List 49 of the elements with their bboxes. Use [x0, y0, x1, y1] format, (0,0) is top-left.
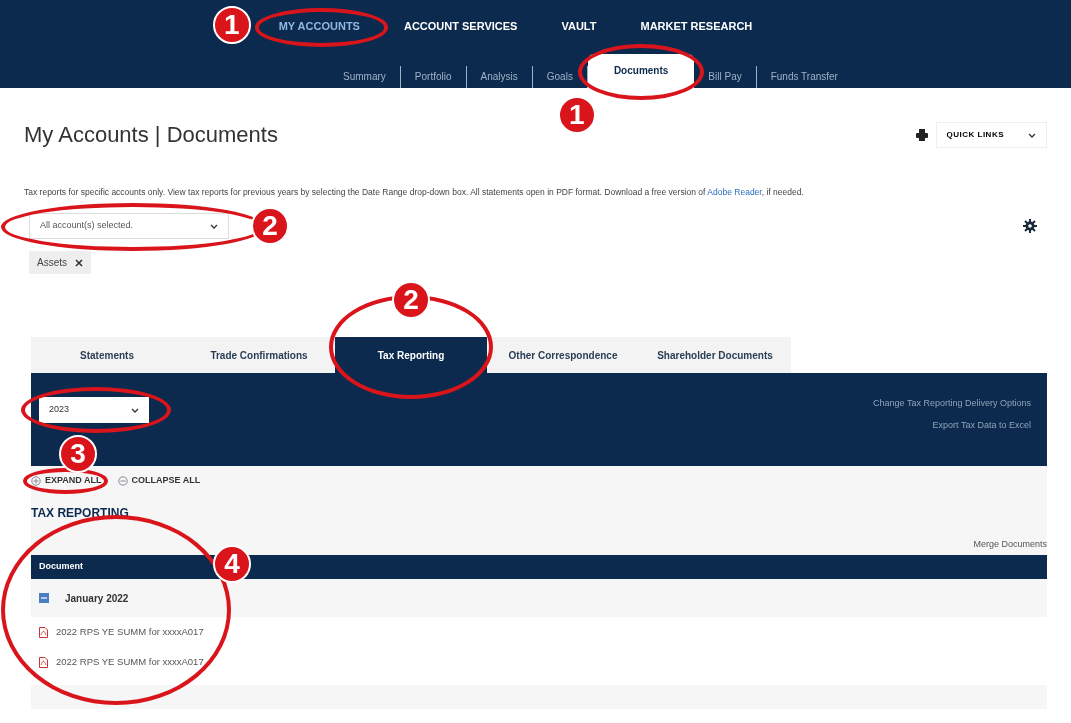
- minus-circle-icon: [117, 475, 128, 486]
- expand-all-button[interactable]: EXPAND ALL: [31, 474, 102, 488]
- column-header: Document: [39, 560, 83, 574]
- document-link[interactable]: 2022 RPS YE SUMM for xxxxA017: [56, 625, 204, 640]
- callout-number: 4: [213, 545, 251, 584]
- intro-text: Tax reports for specific accounts only. View tax reports for previous years by selecting the Date Range drop-down box. All statements open in PDF format. Download a free version of Adobe Reader, if needed.: [24, 186, 805, 200]
- document-tab[interactable]: Statements: [31, 337, 183, 374]
- filter-chip[interactable]: Assets: [29, 251, 91, 275]
- document-tab[interactable]: Tax Reporting: [335, 337, 487, 374]
- document-link[interactable]: 2022 RPS YE SUMM for xxxxA017: [56, 655, 204, 670]
- pdf-file-icon: [39, 656, 48, 668]
- document-tab[interactable]: Other Correspondence: [487, 337, 639, 374]
- callout-number: 1: [557, 96, 596, 134]
- subnav-tab[interactable]: Analysis: [466, 66, 533, 88]
- section-title: TAX REPORTING: [31, 504, 130, 522]
- nav-tab[interactable]: ACCOUNT SERVICES: [389, 16, 532, 37]
- year-select[interactable]: 2023: [39, 397, 149, 424]
- callout-number: 3: [59, 435, 97, 474]
- subnav-tab[interactable]: Documents: [587, 54, 695, 88]
- subnav-tab[interactable]: Portfolio: [400, 66, 467, 88]
- adobe-reader-link[interactable]: Adobe Reader: [707, 187, 762, 198]
- subnav-tab[interactable]: Goals: [532, 66, 588, 88]
- subnav-tab[interactable]: Summary: [329, 66, 401, 88]
- account-select[interactable]: All account(s) selected.: [29, 213, 229, 240]
- callout-number: 2: [392, 281, 430, 320]
- collapse-all-button[interactable]: COLLAPSE ALL: [117, 474, 201, 488]
- callout-number: 1: [212, 6, 251, 44]
- collapse-square-icon[interactable]: [39, 593, 49, 604]
- plus-circle-icon: [31, 475, 41, 486]
- document-tab[interactable]: Trade Confirmations: [183, 337, 335, 374]
- page-title: My Accounts | Documents: [24, 122, 278, 149]
- callout-number: 2: [251, 207, 289, 246]
- group-label: January 2022: [65, 591, 129, 606]
- subnav-tab[interactable]: Funds Transfer: [756, 66, 852, 88]
- merge-documents-link[interactable]: Merge Documents: [973, 537, 1047, 552]
- panel-link[interactable]: Export Tax Data to Excel: [932, 418, 1031, 433]
- chevron-down-icon: [131, 407, 139, 413]
- nav-tab[interactable]: VAULT: [547, 16, 611, 37]
- quick-links-dropdown[interactable]: QUICK LINKS: [935, 122, 1047, 149]
- chevron-down-icon: [210, 223, 218, 229]
- document-tab[interactable]: Shareholder Documents: [639, 337, 791, 374]
- nav-tab[interactable]: MARKET RESEARCH: [626, 16, 767, 37]
- settings-icon: [1023, 219, 1037, 234]
- close-icon: [75, 258, 83, 267]
- subnav-tab[interactable]: Bill Pay: [694, 66, 757, 88]
- panel-link[interactable]: Change Tax Reporting Delivery Options: [873, 397, 1031, 411]
- pdf-file-icon: [39, 626, 48, 638]
- nav-tab[interactable]: MY ACCOUNTS: [264, 16, 374, 37]
- chevron-down-icon: [1028, 132, 1036, 138]
